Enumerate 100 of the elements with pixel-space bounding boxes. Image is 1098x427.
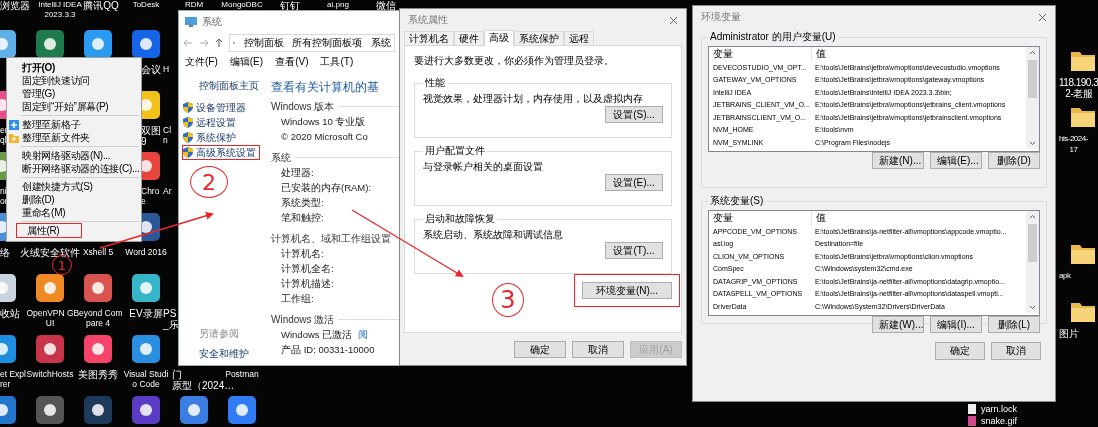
info-label: 计算机全名: [281,263,334,274]
menu-item[interactable]: 管理(G) [7,87,141,100]
monitor-icon [185,17,197,27]
task-link[interactable]: 系统保护 [183,131,239,144]
dialog-button[interactable]: 编辑(I)... [930,316,982,333]
app-icon[interactable] [228,396,256,424]
menu-item[interactable]: 查看(V) [275,55,309,69]
breadcrumb-item[interactable]: 控制面板 [243,36,284,50]
task-link[interactable]: 高级系统设置 [183,146,259,159]
info-label: 系统类型: [281,197,324,208]
dialog-button[interactable]: 删除(D) [988,152,1040,169]
breadcrumb-item[interactable]: 所有控制面板项 [292,36,363,50]
task-link[interactable]: 安全和维护 [183,347,265,361]
group-description: 与登录帐户相关的桌面设置 [423,160,544,174]
icon-label: 美图秀秀 [78,369,118,380]
app-icon[interactable] [84,30,112,58]
dialog-button[interactable]: 确定 [514,341,566,358]
column-header[interactable]: 值 [812,47,826,61]
app-icon[interactable] [132,30,160,58]
icon-label: Beyond Com pare 4 [73,308,123,328]
menu-item[interactable]: 固定到“开始”屏幕(P) [7,100,141,113]
link[interactable]: 阅 [358,329,369,340]
app-icon[interactable] [132,274,160,302]
home-link[interactable]: 控制面板主页 [183,79,265,93]
icon-label: EV录屏 [129,308,163,319]
menu-item[interactable]: 编辑(E) [229,55,264,69]
file-name[interactable]: yarn.lock [981,404,1017,414]
menu-item[interactable]: 属性(R) [17,224,81,237]
plus-icon [9,120,19,130]
info-label: 笔和触控: [281,212,324,223]
up-icon[interactable] [215,38,223,48]
menu-item[interactable]: 固定到快速访问 [7,74,141,87]
file-name[interactable]: snake.gif [981,416,1018,426]
dialog-button[interactable]: 确定 [935,342,985,360]
icon-label: 会议 [141,64,161,75]
menu-item[interactable]: 映射网络驱动器(N)... [7,149,141,162]
dialog-button[interactable]: 编辑(E)... [930,152,982,169]
app-icon[interactable] [36,335,64,363]
column-header[interactable]: 变量 [709,47,812,61]
section-title: Windows 版本 [271,99,335,114]
icon-label: Xshell 5 [82,247,114,257]
column-header[interactable]: 值 [812,211,826,225]
tab[interactable]: 系统保护 [514,31,564,45]
group-title: 系统变量(S) [709,194,765,208]
note-text: 要进行大多数更改，你必须作为管理员登录。 [414,54,615,68]
app-icon[interactable] [84,396,112,424]
app-icon[interactable] [36,274,64,302]
info-label: 工作组: [281,293,314,304]
icon-label: 微信 [376,0,396,11]
dialog-button[interactable]: 删除(L) [988,316,1040,333]
breadcrumb-item[interactable]: 系统 [371,36,391,50]
tab[interactable]: 硬件 [454,31,484,45]
menu-item[interactable]: 重命名(M) [7,206,141,219]
address-bar[interactable]: 控制面板 所有控制面板项 系统 [229,34,395,52]
app-icon[interactable] [180,396,208,424]
group-description: 系统启动、系统故障和调试信息 [423,228,564,242]
tab[interactable]: 计算机名 [404,31,454,45]
info-label: 计算机描述: [281,278,334,289]
menu-item[interactable]: 工具(T) [320,55,354,69]
icon-label: 收站 [0,308,20,319]
window-title: 系统 [202,15,222,29]
icon-label: et Expl rer [0,369,26,389]
menu-item[interactable]: 打开(O) [7,61,141,74]
scrollbar[interactable] [1026,211,1039,313]
task-link[interactable]: 远程设置 [183,116,239,129]
column-header[interactable]: 变量 [709,211,812,225]
icon-label: PS _乐 [163,308,179,330]
app-icon[interactable] [36,30,64,58]
shield-icon [183,117,193,128]
menu-item[interactable]: 文件(F) [185,55,218,69]
app-icon[interactable] [84,274,112,302]
dialog-button[interactable]: 新建(N)... [872,152,924,169]
dialog-button[interactable]: 取消 [572,341,624,358]
app-icon[interactable] [36,396,64,424]
menu-item[interactable]: 断开网络驱动器的连接(C)... [7,162,141,175]
menu-item[interactable]: 删除(D) [7,193,141,206]
settings-button[interactable]: 设置(S)... [605,106,663,123]
menu-item[interactable]: 整理至新格子 [7,118,141,131]
scrollbar[interactable] [1026,47,1039,149]
icon-label: Visual Studi o Code [123,369,169,389]
environment-variables-button[interactable]: 环境变量(N)... [582,282,672,299]
app-icon[interactable] [132,335,160,363]
settings-button[interactable]: 设置(T)... [605,242,663,259]
dialog-button[interactable]: 新建(W)... [872,316,924,333]
icon-label: 门 [172,369,182,380]
tab[interactable]: 远程 [564,31,594,45]
icon-label: Cl n [163,125,172,145]
close-icon[interactable] [1038,12,1047,22]
app-icon[interactable] [84,335,112,363]
settings-button[interactable]: 设置(E)... [605,174,663,191]
menu-item[interactable]: 整理至新文件夹 [7,131,141,144]
tab[interactable]: 高级 [484,30,514,46]
app-icon[interactable] [132,396,160,424]
group-title: 性能 [424,76,446,90]
dialog-button[interactable]: 取消 [991,342,1041,360]
task-link[interactable]: 设备管理器 [183,101,249,114]
icon-label: apk [1059,270,1071,281]
close-icon[interactable] [669,15,678,25]
section-title: 系统 [271,150,291,165]
menu-item[interactable]: 创建快捷方式(S) [7,180,141,193]
